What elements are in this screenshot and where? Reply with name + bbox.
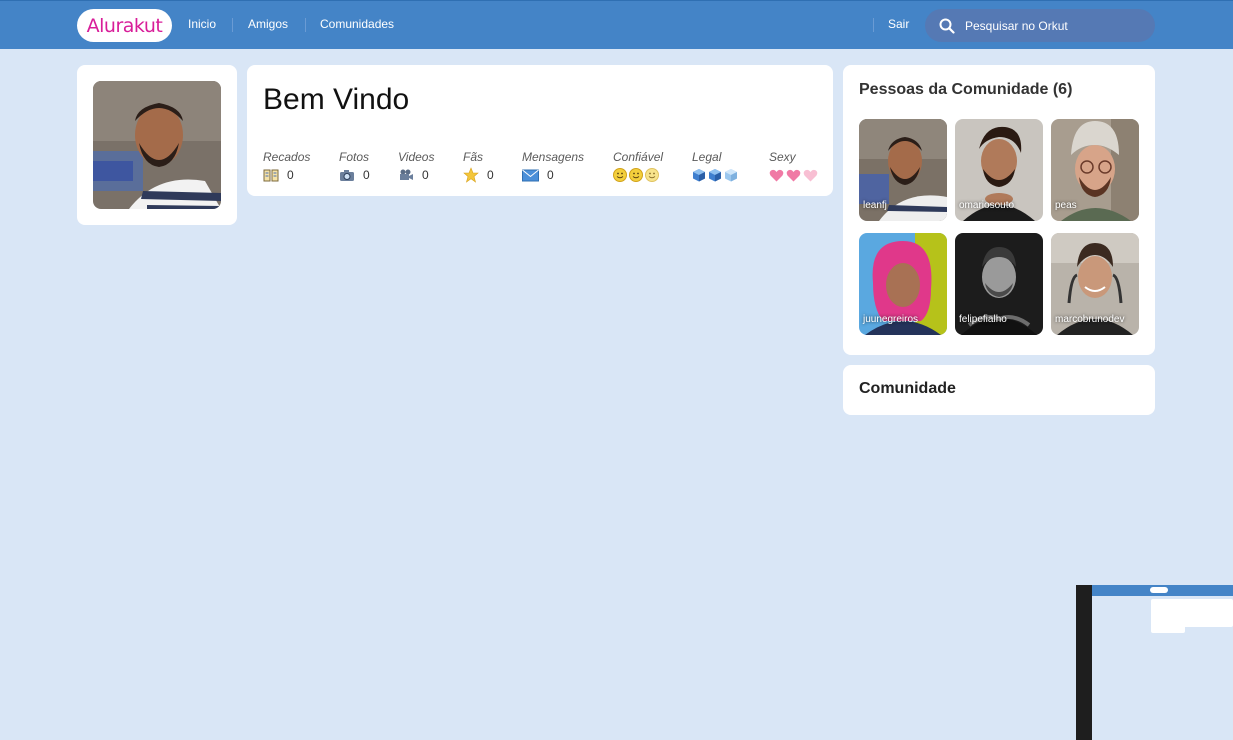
stat-value: 0 (363, 168, 370, 182)
rating-confiavel: Confiável (613, 150, 663, 183)
community-card: Comunidade (843, 365, 1155, 415)
stat-label: Recados (263, 150, 311, 164)
stat-value: 0 (422, 168, 429, 182)
top-navigation-bar: Alurakut Inicio Amigos Comunidades Sair (0, 0, 1233, 49)
nav-divider (232, 18, 233, 32)
preview-logo (1150, 587, 1168, 593)
screenshot-preview-thumbnail[interactable] (1076, 585, 1233, 740)
book-icon (263, 169, 279, 181)
heart-icon (769, 169, 784, 181)
preview-welcome-card (1183, 599, 1233, 627)
search-input[interactable] (965, 18, 1145, 33)
person-name: felipefialho (959, 314, 1007, 325)
community-people-card: Pessoas da Comunidade (6) leanfj omarios… (843, 65, 1155, 355)
stat-value: 0 (547, 168, 554, 182)
person-name: omariosouto (959, 200, 1015, 211)
welcome-card: Bem Vindo Recados 0 Fotos 0 Videos 0 Fãs… (247, 65, 833, 196)
logout-link[interactable]: Sair (888, 17, 909, 31)
stat-recados: Recados 0 (263, 150, 310, 183)
rating-sexy: Sexy (769, 150, 818, 183)
community-title: Comunidade (859, 380, 956, 397)
heart-icon (803, 169, 818, 181)
stat-value: 0 (287, 168, 294, 182)
stat-label: Fotos (339, 150, 370, 164)
cube-icon (725, 169, 737, 182)
smiley-icon (613, 168, 627, 182)
envelope-icon (522, 169, 539, 181)
stat-value: 0 (487, 168, 494, 182)
profile-sidebar-card (77, 65, 237, 225)
person-card[interactable]: omariosouto (955, 119, 1043, 221)
rating-label: Confiável (613, 150, 664, 164)
person-card[interactable]: marcobrunodev (1051, 233, 1139, 335)
rating-legal: Legal (692, 150, 738, 183)
search-icon (939, 18, 955, 34)
person-card[interactable]: leanfj (859, 119, 947, 221)
stat-label: Videos (398, 150, 435, 164)
stat-fas: Fãs 0 (463, 150, 494, 183)
profile-avatar[interactable] (93, 81, 221, 209)
rating-label: Legal (692, 150, 722, 164)
preview-page (1092, 585, 1233, 740)
community-people-title: Pessoas da Comunidade (6) (859, 81, 1073, 98)
stat-label: Mensagens (522, 150, 585, 164)
person-card[interactable]: juunegreiros (859, 233, 947, 335)
nav-link-inicio[interactable]: Inicio (188, 17, 216, 31)
nav-divider (873, 18, 874, 32)
video-camera-icon (400, 169, 413, 180)
rating-label: Sexy (769, 150, 796, 164)
person-name: leanfj (863, 200, 887, 211)
nav-link-comunidades[interactable]: Comunidades (320, 17, 394, 31)
star-icon (463, 167, 479, 183)
cube-icon (693, 169, 705, 182)
person-name: marcobrunodev (1055, 314, 1125, 325)
person-card[interactable]: felipefialho (955, 233, 1043, 335)
cube-icon (709, 169, 721, 182)
camera-icon (340, 169, 354, 181)
stat-videos: Videos 0 (398, 150, 434, 183)
search-box[interactable] (925, 9, 1155, 42)
alurakut-logo[interactable]: Alurakut (77, 9, 172, 42)
stat-label: Fãs (463, 150, 484, 164)
smiley-icon (629, 168, 643, 182)
nav-link-amigos[interactable]: Amigos (248, 17, 288, 31)
preview-profile-card (1151, 599, 1185, 633)
heart-icon (786, 169, 801, 181)
smiley-icon (645, 168, 659, 182)
stat-mensagens: Mensagens 0 (522, 150, 584, 183)
person-name: juunegreiros (863, 314, 919, 325)
nav-divider (305, 18, 306, 32)
person-name: peas (1055, 200, 1077, 211)
person-card[interactable]: peas (1051, 119, 1139, 221)
welcome-title: Bem Vindo (263, 83, 410, 116)
stat-fotos: Fotos 0 (339, 150, 370, 183)
